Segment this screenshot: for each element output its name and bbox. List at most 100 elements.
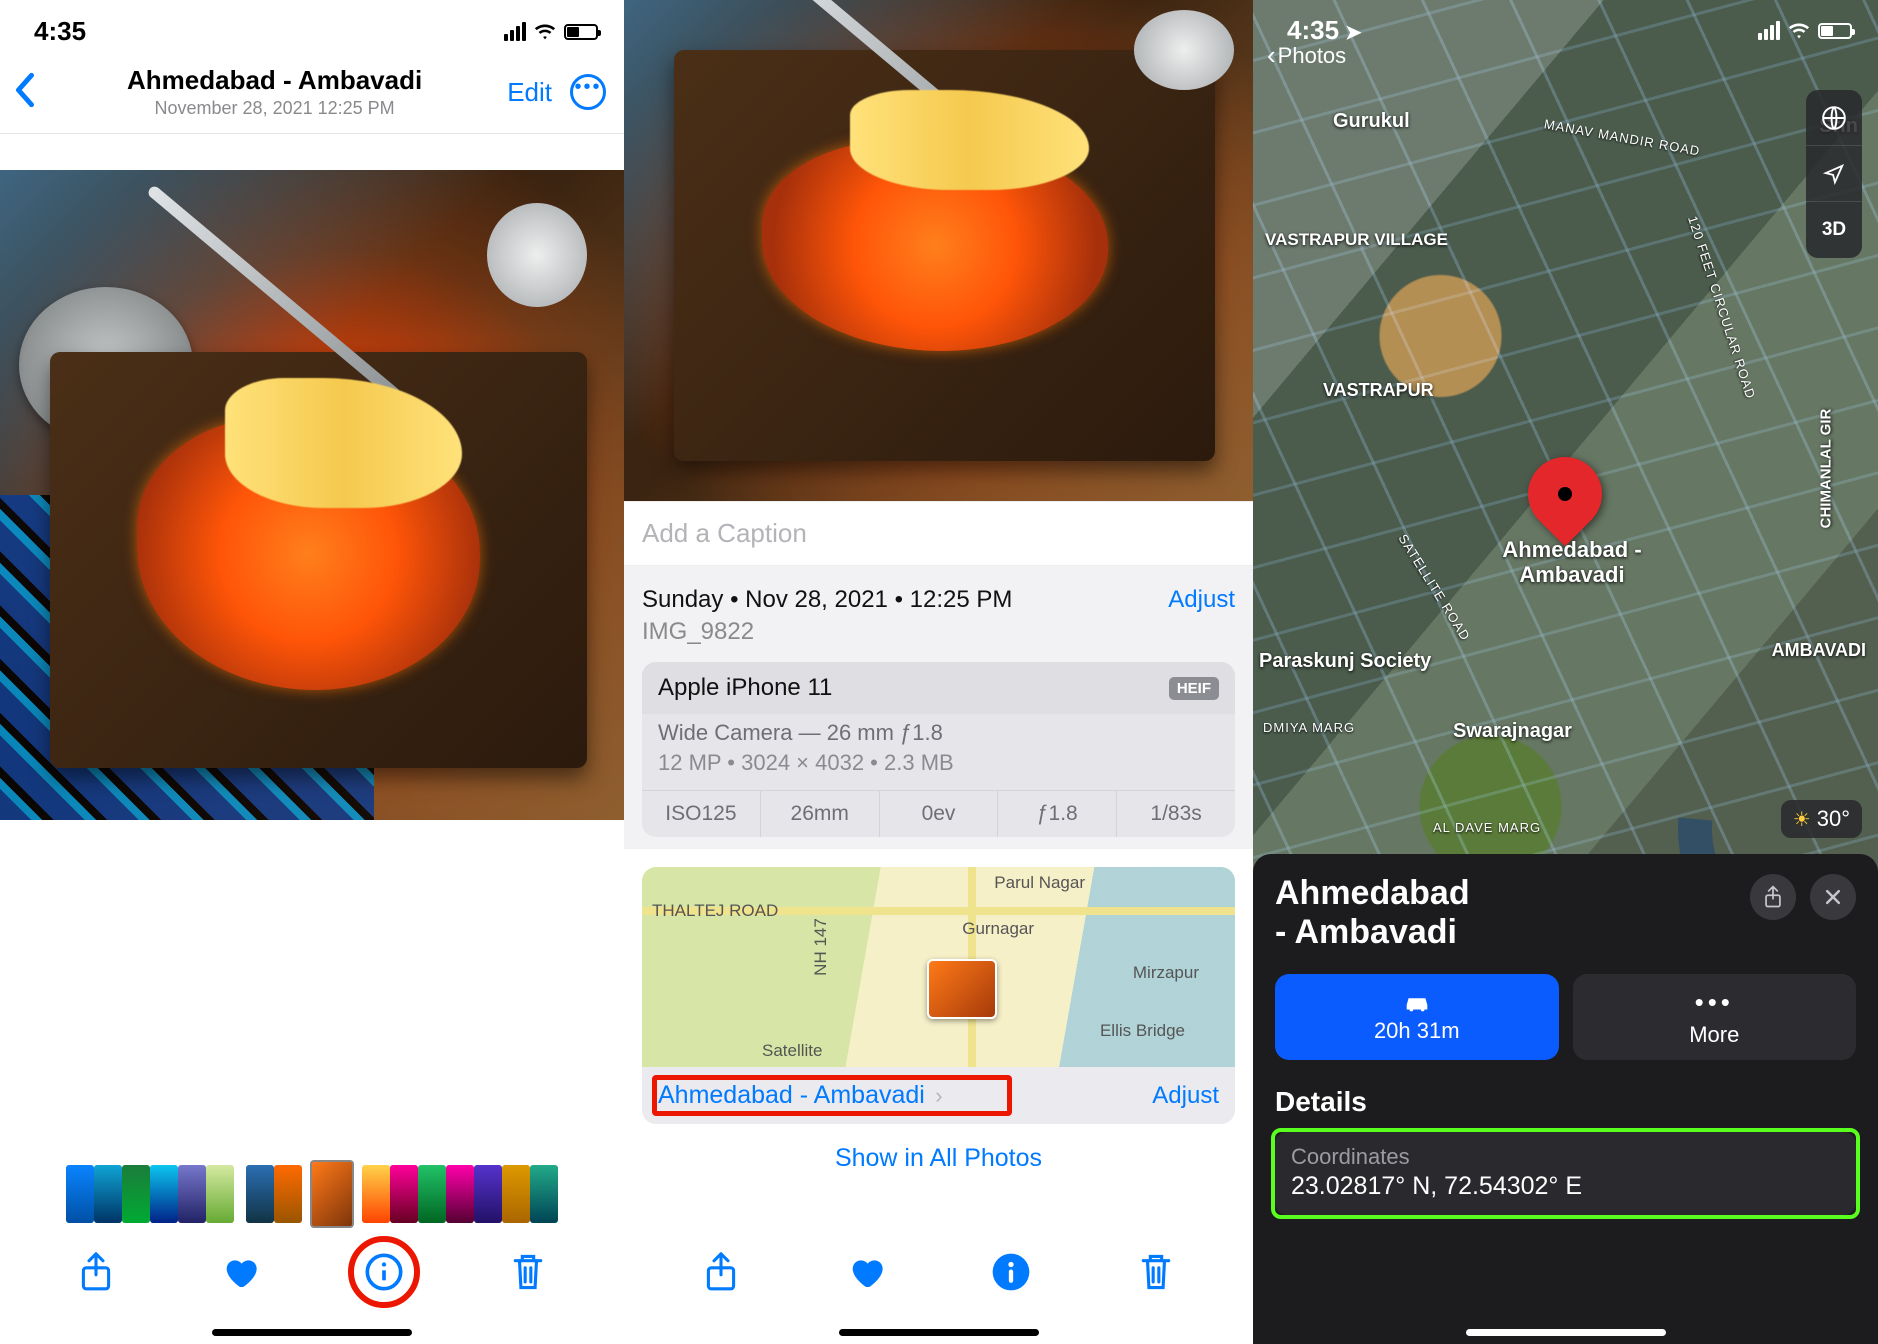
location-name-button[interactable]: Ahmedabad - Ambavadi bbox=[658, 1081, 925, 1109]
locate-me-button[interactable] bbox=[1806, 146, 1862, 202]
car-icon bbox=[1402, 990, 1432, 1014]
mini-map[interactable]: THALTEJ ROAD Parul Nagar Gurnagar Mirzap… bbox=[642, 867, 1235, 1067]
wifi-icon bbox=[534, 21, 556, 43]
map-area-label: VASTRAPUR VILLAGE bbox=[1265, 230, 1448, 250]
map-area-label: Gurukul bbox=[1333, 110, 1410, 133]
map-area-label: AMBAVADI bbox=[1772, 640, 1866, 661]
more-options-button[interactable]: ••• More bbox=[1573, 974, 1857, 1060]
status-icons bbox=[1758, 20, 1852, 42]
weather-badge[interactable]: ☀ 30° bbox=[1781, 800, 1862, 838]
favorite-button[interactable] bbox=[838, 1244, 894, 1300]
status-time: 4:35 bbox=[34, 16, 86, 47]
status-bar: 4:35➤ bbox=[1253, 0, 1878, 55]
details-heading: Details bbox=[1275, 1086, 1856, 1118]
exif-aperture: ƒ1.8 bbox=[998, 790, 1117, 837]
cellular-icon bbox=[1758, 21, 1780, 40]
coordinates-label: Coordinates bbox=[1291, 1144, 1840, 1170]
map-pin[interactable]: Ahmedabad -Ambavadi bbox=[1528, 457, 1602, 531]
resolution-info: 12 MP • 3024 × 4032 • 2.3 MB bbox=[642, 750, 1235, 790]
share-button[interactable] bbox=[693, 1244, 749, 1300]
photo-datetime: November 28, 2021 12:25 PM bbox=[46, 98, 503, 119]
share-button[interactable] bbox=[68, 1244, 124, 1300]
photo-header: Ahmedabad - Ambavadi November 28, 2021 1… bbox=[0, 55, 624, 134]
more-label: More bbox=[1689, 1022, 1739, 1048]
map-area-label: VASTRAPUR bbox=[1323, 380, 1434, 401]
map-label: THALTEJ ROAD bbox=[652, 901, 778, 921]
coordinates-card[interactable]: Coordinates 23.02817° N, 72.54302° E bbox=[1275, 1132, 1856, 1215]
map-label: Gurnagar bbox=[962, 919, 1034, 939]
map-label: Mirzapur bbox=[1133, 963, 1199, 983]
directions-button[interactable]: 20h 31m bbox=[1275, 974, 1559, 1060]
device-name: Apple iPhone 11 bbox=[658, 674, 832, 702]
photo-preview[interactable] bbox=[624, 0, 1253, 501]
info-button[interactable] bbox=[356, 1244, 412, 1300]
sheet-title: Ahmedabad- Ambavadi bbox=[1275, 874, 1470, 952]
exif-focal: 26mm bbox=[761, 790, 880, 837]
map-mode-button[interactable] bbox=[1806, 90, 1862, 146]
back-label: Photos bbox=[1278, 43, 1347, 69]
status-icons bbox=[504, 21, 598, 43]
map-photo-pin[interactable] bbox=[927, 959, 997, 1019]
pin-label: Ahmedabad -Ambavadi bbox=[1482, 537, 1662, 588]
metadata-filename: IMG_9822 bbox=[642, 618, 1235, 646]
home-indicator[interactable] bbox=[839, 1329, 1039, 1336]
map-road-label: DMIYA MARG bbox=[1263, 720, 1355, 735]
caption-input[interactable]: Add a Caption bbox=[624, 501, 1253, 566]
map-label: NH 147 bbox=[811, 918, 831, 976]
exif-ev: 0ev bbox=[880, 790, 999, 837]
lens-info: Wide Camera — 26 mm ƒ1.8 bbox=[642, 714, 1235, 750]
photo-toolbar bbox=[624, 1244, 1253, 1300]
map-label: Parul Nagar bbox=[994, 873, 1085, 893]
sun-icon: ☀ bbox=[1793, 807, 1811, 832]
device-info-card: Apple iPhone 11 HEIF Wide Camera — 26 mm… bbox=[642, 662, 1235, 837]
location-card: THALTEJ ROAD Parul Nagar Gurnagar Mirzap… bbox=[642, 867, 1235, 1124]
photo-thumbnail-strip[interactable] bbox=[0, 1160, 624, 1228]
info-button-active[interactable] bbox=[983, 1244, 1039, 1300]
battery-icon bbox=[1818, 23, 1852, 39]
delete-button[interactable] bbox=[1128, 1244, 1184, 1300]
map-area-label: Swarajnagar bbox=[1453, 720, 1572, 743]
temperature-value: 30° bbox=[1817, 806, 1850, 832]
map-label: Satellite bbox=[762, 1041, 822, 1061]
map-label: Ellis Bridge bbox=[1100, 1021, 1185, 1041]
active-thumbnail[interactable] bbox=[310, 1160, 354, 1228]
delete-button[interactable] bbox=[500, 1244, 556, 1300]
exif-row: ISO125 26mm 0ev ƒ1.8 1/83s bbox=[642, 790, 1235, 837]
map-road-label: AL DAVE MARG bbox=[1433, 820, 1541, 835]
drive-time: 20h 31m bbox=[1374, 1018, 1460, 1044]
coordinates-value: 23.02817° N, 72.54302° E bbox=[1291, 1172, 1840, 1201]
back-button[interactable] bbox=[14, 72, 36, 113]
adjust-location-button[interactable]: Adjust bbox=[1152, 1082, 1219, 1110]
favorite-button[interactable] bbox=[212, 1244, 268, 1300]
edit-button[interactable]: Edit bbox=[507, 77, 552, 108]
photo-main[interactable] bbox=[0, 170, 624, 820]
view-3d-button[interactable]: 3D bbox=[1806, 202, 1862, 258]
home-indicator[interactable] bbox=[212, 1329, 412, 1336]
caption-placeholder: Add a Caption bbox=[642, 518, 807, 548]
chevron-left-icon: ‹ bbox=[1267, 40, 1276, 71]
share-location-button[interactable] bbox=[1750, 874, 1796, 920]
close-sheet-button[interactable] bbox=[1810, 874, 1856, 920]
metadata-datetime: Sunday • Nov 28, 2021 • 12:25 PM bbox=[642, 586, 1012, 614]
cellular-icon bbox=[504, 22, 526, 41]
wifi-icon bbox=[1788, 20, 1810, 42]
map-controls: 3D bbox=[1806, 90, 1862, 258]
photo-metadata: Sunday • Nov 28, 2021 • 12:25 PM Adjust … bbox=[624, 566, 1253, 849]
more-button[interactable]: ••• bbox=[570, 74, 606, 110]
back-to-photos-button[interactable]: ‹ Photos bbox=[1267, 40, 1346, 71]
photo-location-title: Ahmedabad - Ambavadi bbox=[46, 65, 503, 96]
exif-shutter: 1/83s bbox=[1117, 790, 1235, 837]
location-sheet[interactable]: Ahmedabad- Ambavadi 20h 31m ••• More Det… bbox=[1253, 854, 1878, 1344]
battery-icon bbox=[564, 24, 598, 40]
adjust-date-button[interactable]: Adjust bbox=[1168, 586, 1235, 614]
status-bar: 4:35 bbox=[0, 0, 624, 55]
map-area-label: Paraskunj Society bbox=[1259, 650, 1431, 673]
format-badge: HEIF bbox=[1169, 677, 1219, 700]
chevron-right-icon: › bbox=[935, 1083, 942, 1108]
home-indicator[interactable] bbox=[1466, 1329, 1666, 1336]
exif-iso: ISO125 bbox=[642, 790, 761, 837]
ellipsis-icon: ••• bbox=[1695, 987, 1734, 1018]
location-services-icon: ➤ bbox=[1345, 22, 1362, 44]
show-in-all-photos-button[interactable]: Show in All Photos bbox=[624, 1144, 1253, 1173]
photo-toolbar bbox=[0, 1244, 624, 1300]
